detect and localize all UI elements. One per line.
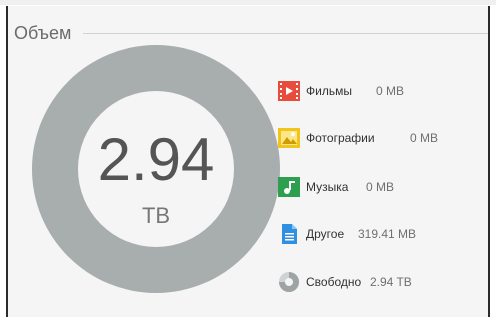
volume-panel: Объем 2.94 TB Фильмы 0 MB Фотографии 0 M… bbox=[6, 6, 490, 317]
storage-donut-chart: 2.94 TB bbox=[32, 45, 280, 293]
legend-label-free: Свободно bbox=[306, 275, 362, 289]
film-icon bbox=[278, 80, 300, 102]
legend-size-photos: 0 MB bbox=[410, 131, 439, 145]
photo-icon bbox=[278, 127, 300, 149]
document-icon bbox=[278, 223, 300, 245]
top-strip bbox=[0, 0, 496, 5]
legend-label-movies: Фильмы bbox=[306, 84, 352, 98]
free-space-icon bbox=[278, 271, 300, 293]
legend-label-other: Другое bbox=[306, 227, 345, 241]
donut-center: 2.94 TB bbox=[32, 45, 280, 293]
total-capacity-unit: TB bbox=[141, 203, 171, 228]
total-capacity-value: 2.94 bbox=[97, 126, 215, 193]
legend-size-music: 0 MB bbox=[366, 180, 395, 194]
legend-size-movies: 0 MB bbox=[376, 84, 405, 98]
music-icon bbox=[278, 176, 300, 198]
legend-label-photos: Фотографии bbox=[306, 131, 375, 145]
storage-window: Объем 2.94 TB Фильмы 0 MB Фотографии 0 M… bbox=[0, 0, 496, 317]
panel-title-divider bbox=[14, 33, 488, 34]
legend-size-free: 2.94 TB bbox=[370, 275, 412, 289]
legend-size-other: 319.41 MB bbox=[358, 227, 417, 241]
panel-title: Объем bbox=[14, 23, 84, 43]
legend-label-music: Музыка bbox=[306, 180, 349, 194]
